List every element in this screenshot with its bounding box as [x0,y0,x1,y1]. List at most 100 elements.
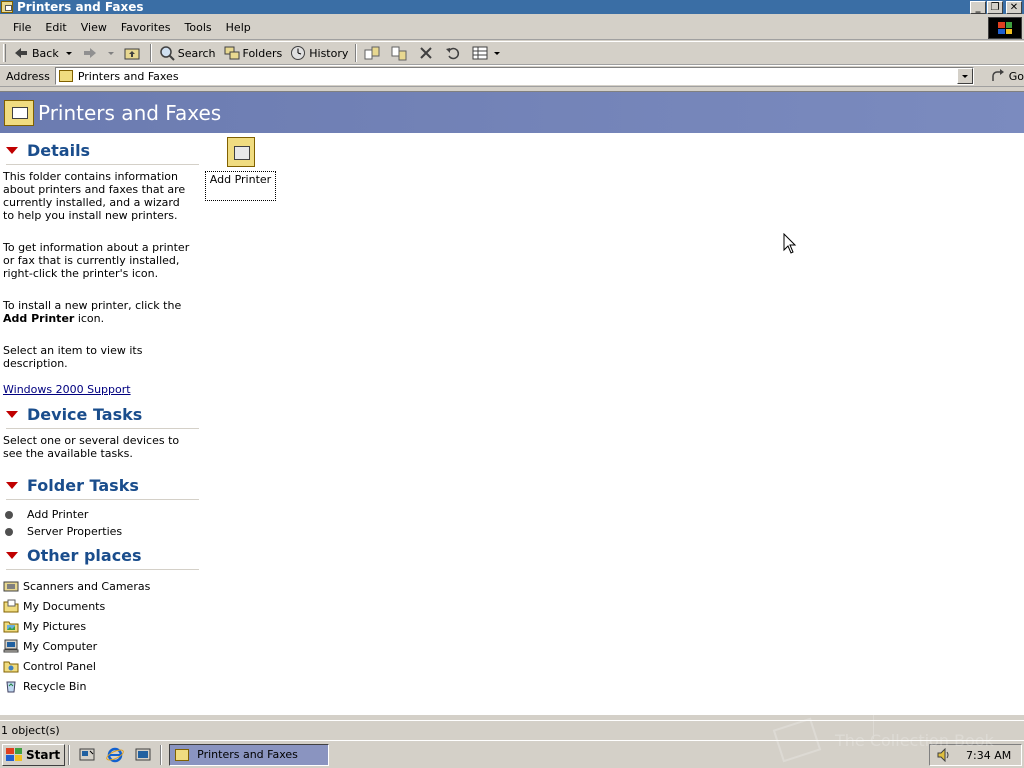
menu-edit[interactable]: Edit [38,16,73,40]
windows-flag-icon [6,748,22,761]
delete-button[interactable] [414,42,441,64]
printer-folder-icon [58,70,73,82]
address-dropdown-button[interactable] [956,68,973,84]
place-control-panel[interactable]: Control Panel [3,656,202,676]
details-body: This folder contains information about p… [0,165,198,370]
collapse-triangle-icon[interactable] [6,552,18,559]
views-button[interactable] [468,42,504,64]
collapse-triangle-icon[interactable] [6,147,18,154]
details-header[interactable]: Details [6,137,199,165]
restore-button[interactable]: ❐ [987,0,1003,14]
place-my-documents[interactable]: My Documents [3,596,202,616]
place-scanners-and-cameras[interactable]: Scanners and Cameras [3,576,202,596]
details-paragraph: To install a new printer, click the Add … [3,299,182,325]
address-value[interactable]: Printers and Faxes [78,70,957,83]
back-button[interactable]: Back [9,42,63,64]
other-places-header[interactable]: Other places [6,542,199,570]
views-dropdown-arrow[interactable] [494,51,501,55]
details-paragraph: This folder contains information about p… [3,170,186,222]
start-button[interactable]: Start [2,743,66,766]
go-arrow-icon [991,69,1004,81]
watermark-text: The Collection Book [835,731,994,750]
history-label: History [309,46,349,60]
device-tasks-header[interactable]: Device Tasks [6,401,199,429]
task-add-printer[interactable]: Add Printer [5,506,202,523]
internet-explorer-icon[interactable] [106,746,124,764]
taskbar-window-printers-and-faxes[interactable]: Printers and Faxes [169,743,330,766]
folders-icon [224,46,240,60]
folders-button[interactable]: Folders [220,42,287,64]
windows-logo [988,17,1022,39]
menu-tools[interactable]: Tools [178,16,219,40]
watermark-book-icon [772,717,822,763]
my-computer-icon [3,639,19,653]
folders-label: Folders [242,46,283,60]
task-server-properties[interactable]: Server Properties [5,523,202,540]
forward-dropdown-arrow[interactable] [107,51,114,55]
history-icon [291,46,306,60]
taskbar-window-label: Printers and Faxes [197,748,298,761]
standard-toolbar: Back Search Folders History [0,41,1024,65]
menu-view[interactable]: View [74,16,114,40]
up-folder-icon [124,48,140,60]
address-input[interactable]: Printers and Faxes [54,67,974,85]
bullet-icon [5,510,13,519]
watermark: The Collection Book [772,715,1023,765]
add-printer-item[interactable]: Add Printer [205,137,276,201]
details-paragraph: Select an item to view its description. [3,344,143,370]
close-button[interactable]: ✕ [1006,0,1022,14]
device-tasks-heading: Device Tasks [27,405,143,424]
undo-icon [446,47,460,60]
minimize-button[interactable]: _ [970,0,986,14]
printer-folder-icon [1,1,13,13]
address-bar: Address Printers and Faxes Go [0,65,1024,87]
place-recycle-bin[interactable]: Recycle Bin [3,676,202,696]
scanner-icon [3,581,19,592]
folder-tasks-list: Add Printer Server Properties [0,500,202,542]
folder-view[interactable]: Printers and Faxes Details This folder c… [0,91,1024,715]
add-printer-icon [226,137,255,167]
windows-flag-icon [998,22,1012,34]
task-pane: Details This folder contains information… [0,137,202,696]
back-arrow-icon [15,48,27,58]
other-places-list: Scanners and Cameras My Documents My Pic… [0,570,202,696]
chevron-down-icon [961,74,968,78]
taskbar-separator [160,744,163,765]
copy-to-button[interactable] [387,42,414,64]
add-printer-label: Add Printer [205,171,276,201]
place-my-pictures[interactable]: My Pictures [3,616,202,636]
views-icon [472,46,488,60]
menu-help[interactable]: Help [219,16,258,40]
menu-file[interactable]: File [6,16,38,40]
menu-favorites[interactable]: Favorites [114,16,178,40]
windows-2000-support-link[interactable]: Windows 2000 Support [3,383,131,396]
show-desktop-icon[interactable] [78,746,96,764]
taskbar-separator [68,744,71,765]
toolbar-grip[interactable] [3,44,6,62]
move-to-button[interactable] [360,42,387,64]
back-dropdown-arrow[interactable] [65,51,72,55]
collapse-triangle-icon[interactable] [6,482,18,489]
search-button[interactable]: Search [155,42,220,64]
start-label: Start [26,747,61,762]
place-my-computer[interactable]: My Computer [3,636,202,656]
folder-tasks-heading: Folder Tasks [27,476,139,495]
banner-title: Printers and Faxes [38,100,222,125]
title-bar[interactable]: Printers and Faxes _ ❐ ✕ [0,0,1024,14]
folder-tasks-header[interactable]: Folder Tasks [6,472,199,500]
collapse-triangle-icon[interactable] [6,411,18,418]
my-pictures-icon [3,621,19,633]
up-button[interactable] [120,42,147,64]
back-label: Back [32,46,59,60]
folder-banner: Printers and Faxes [0,92,1024,133]
history-button[interactable]: History [286,42,352,64]
go-button[interactable]: Go [990,69,1024,83]
search-icon [159,46,175,61]
other-places-heading: Other places [27,546,142,565]
windows-explorer-icon[interactable] [134,746,152,764]
undo-button[interactable] [441,42,468,64]
recycle-bin-icon [6,681,16,693]
address-label: Address [6,69,50,83]
forward-button[interactable] [78,42,105,64]
device-tasks-body: Select one or several devices to see the… [0,429,198,460]
